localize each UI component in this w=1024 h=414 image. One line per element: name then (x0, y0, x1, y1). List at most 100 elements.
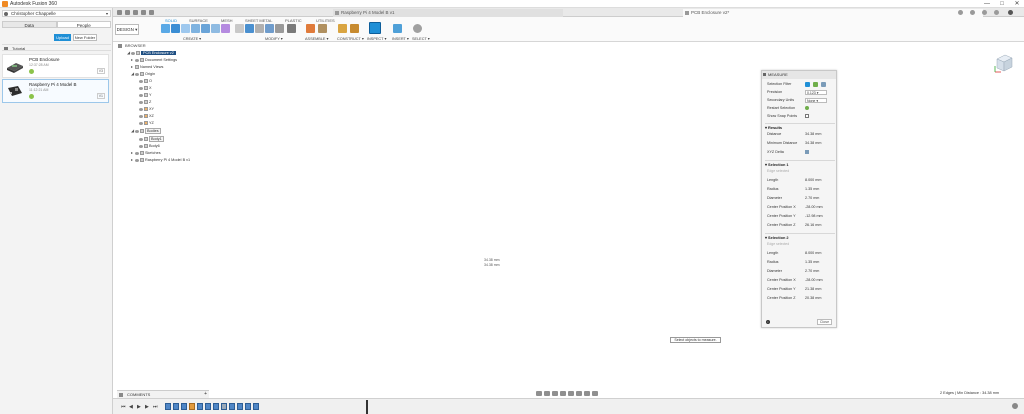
job-status-icon[interactable] (970, 10, 975, 15)
timeline-previous-icon[interactable]: ◀ (129, 404, 133, 410)
upload-button[interactable]: Upload (54, 34, 71, 41)
eye-icon[interactable] (135, 72, 139, 76)
timeline-feature[interactable] (229, 403, 235, 410)
browser-row-named-views[interactable]: ▸ Named Views (131, 64, 163, 70)
eye-icon[interactable] (135, 151, 139, 155)
browser-row-body1[interactable]: Body1 (139, 136, 164, 142)
restart-selection-icon[interactable] (805, 106, 809, 110)
offset-plane-icon[interactable] (338, 24, 347, 33)
secondary-units-select[interactable]: None ▾ (805, 98, 827, 103)
file-menu-icon[interactable] (125, 10, 130, 15)
timeline-feature[interactable] (237, 403, 243, 410)
version-badge[interactable]: V3 (96, 68, 105, 74)
insert-menu[interactable]: INSERT ▾ (392, 36, 409, 41)
viewports-icon[interactable] (592, 391, 598, 396)
browser-row-xz-plane[interactable]: XZ (139, 113, 154, 119)
model-canvas[interactable] (113, 43, 1024, 388)
selection1-section-header[interactable]: ▾ Selection 1 (765, 160, 835, 167)
save-icon[interactable] (133, 10, 138, 15)
zoom-icon[interactable] (560, 391, 566, 396)
eye-icon[interactable] (131, 51, 135, 55)
undo-icon[interactable] (141, 10, 146, 15)
browser-row-origin-point[interactable]: O (139, 78, 152, 84)
new-component-icon[interactable] (161, 24, 170, 33)
fit-icon[interactable] (568, 391, 574, 396)
timeline-feature[interactable] (181, 403, 187, 410)
tab-raspberry-pi[interactable]: Raspberry Pi 4 Model B v1 (333, 9, 563, 17)
home-icon[interactable] (4, 47, 8, 50)
timeline-play-icon[interactable]: ▶ (137, 404, 141, 410)
timeline-next-icon[interactable]: ▶ (145, 404, 149, 410)
notifications-icon[interactable] (982, 10, 987, 15)
filter-face-icon[interactable] (813, 82, 818, 87)
precision-select[interactable]: 0.123 ▾ (805, 90, 827, 95)
create-sketch-icon[interactable] (171, 24, 180, 33)
timeline-feature[interactable] (205, 403, 211, 410)
browser-row-x-axis[interactable]: X (139, 85, 152, 91)
xyz-delta-icon[interactable] (805, 150, 809, 154)
tab-data[interactable]: Data (2, 21, 57, 28)
timeline-feature[interactable] (213, 403, 219, 410)
close-window-button[interactable]: ✕ (1010, 0, 1024, 8)
view-cube[interactable] (993, 52, 1015, 74)
timeline-feature[interactable] (173, 403, 179, 410)
ribbon-tab-surface[interactable]: SURFACE (189, 18, 208, 23)
redo-icon[interactable] (149, 10, 154, 15)
add-tab-icon[interactable] (958, 10, 963, 15)
timeline-feature[interactable] (245, 403, 251, 410)
browser-row-body6[interactable]: Body6 (139, 143, 160, 149)
eye-icon[interactable] (135, 58, 139, 62)
results-section-header[interactable]: ▾ Results (765, 123, 835, 130)
timeline-feature[interactable] (197, 403, 203, 410)
ribbon-tab-sheet-metal[interactable]: SHEET METAL (245, 18, 272, 23)
joint-icon[interactable] (306, 24, 315, 33)
timeline-feature[interactable] (165, 403, 171, 410)
eye-icon[interactable] (135, 129, 139, 133)
grid-menu-icon[interactable] (117, 10, 122, 15)
eye-icon[interactable] (139, 93, 143, 97)
ribbon-tab-mesh[interactable]: MESH (221, 18, 233, 23)
timeline-feature[interactable] (221, 403, 227, 410)
show-snap-points-checkbox[interactable] (805, 114, 809, 118)
measure-icon[interactable] (369, 22, 381, 34)
browser-row-origin[interactable]: ◢ Origin (131, 71, 155, 77)
breadcrumb-folder[interactable]: Tutorial (12, 46, 25, 51)
breadcrumb[interactable]: Tutorial (2, 44, 111, 51)
browser-row-sketches[interactable]: ▸ Sketches (131, 150, 161, 156)
measure-header[interactable]: MEASURE (762, 71, 836, 79)
timeline-marker[interactable] (366, 400, 368, 414)
ribbon-tab-solid[interactable]: SOLID (165, 18, 177, 23)
browser-row-document-settings[interactable]: ▸ Document Settings (131, 57, 177, 63)
axis-icon[interactable] (350, 24, 359, 33)
timeline-end-icon[interactable]: ⏭ (153, 404, 158, 410)
display-settings-icon[interactable] (576, 391, 582, 396)
inspect-menu[interactable]: INSPECT ▾ (367, 36, 386, 41)
eye-icon[interactable] (139, 114, 143, 118)
look-at-icon[interactable] (544, 391, 550, 396)
ribbon-tab-utilities[interactable]: UTILITIES (316, 18, 335, 23)
timeline-feature[interactable] (189, 403, 195, 410)
tab-people[interactable]: People (56, 21, 111, 28)
select-icon[interactable] (413, 24, 422, 33)
add-comment-icon[interactable]: + (204, 391, 207, 398)
help-icon[interactable] (994, 10, 999, 15)
ribbon-tab-plastic[interactable]: PLASTIC (285, 18, 302, 23)
file-item[interactable]: PCB Enclosure 12:37:28 AM V3 (2, 54, 109, 78)
user-account-dropdown[interactable]: Christopher Chappelle ▾ (2, 10, 111, 17)
extrude-icon[interactable] (181, 24, 190, 33)
revolve-icon[interactable] (191, 24, 200, 33)
orbit-icon[interactable] (536, 391, 542, 396)
eye-icon[interactable] (139, 100, 143, 104)
mirror-icon[interactable] (221, 24, 230, 33)
file-item[interactable]: Raspberry Pi 4 Model B 11:12:21 AM V1 (2, 79, 109, 103)
eye-icon[interactable] (139, 86, 143, 90)
pan-icon[interactable] (552, 391, 558, 396)
browser-row-z-axis[interactable]: Z (139, 99, 151, 105)
eye-icon[interactable] (135, 158, 139, 162)
pattern-icon[interactable] (211, 24, 220, 33)
timeline-start-icon[interactable]: ⏮ (121, 404, 126, 410)
eye-icon[interactable] (139, 137, 143, 141)
info-icon[interactable]: i (766, 320, 770, 324)
selection2-section-header[interactable]: ▾ Selection 2 (765, 233, 835, 240)
eye-icon[interactable] (139, 121, 143, 125)
